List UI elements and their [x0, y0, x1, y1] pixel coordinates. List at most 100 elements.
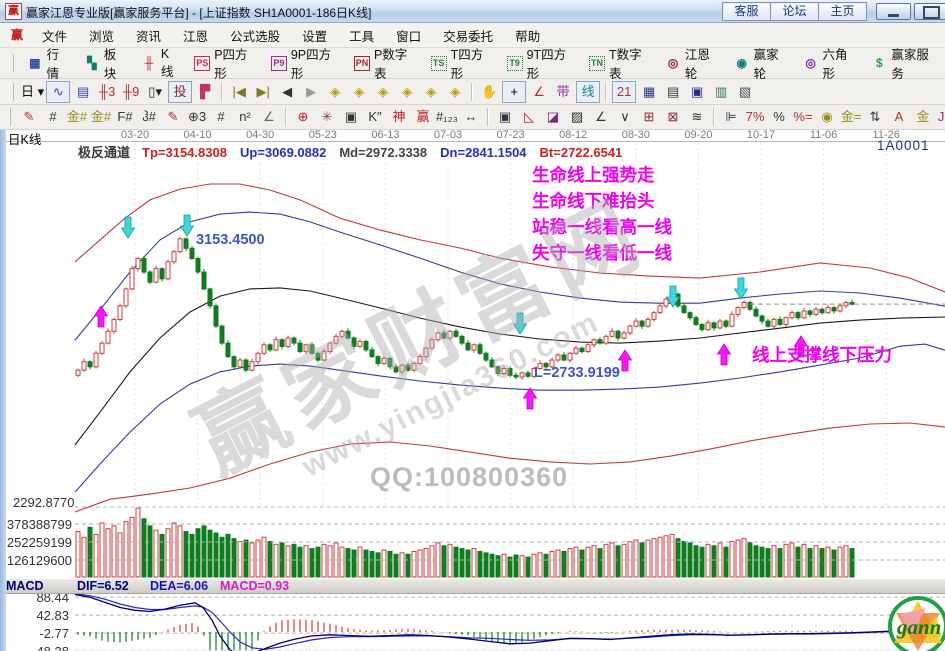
f-grid-tool-icon[interactable]: F# — [114, 107, 136, 127]
winner-wheel-button[interactable]: ◉赢家轮 — [727, 51, 796, 75]
home-button[interactable]: 主页 — [818, 2, 867, 21]
next-button-icon[interactable]: ▶ — [300, 82, 322, 102]
hexagon-button[interactable]: ◎六角形 — [796, 51, 865, 75]
print-tool-icon[interactable]: ▧ — [734, 82, 756, 102]
gong-tool-icon[interactable]: ▣ — [494, 107, 516, 127]
n2-grid-tool-icon[interactable]: n² — [234, 107, 256, 127]
angle-grid-tool-icon[interactable]: ∠ — [258, 107, 280, 127]
calculator-tool-icon[interactable]: ▦ — [638, 82, 660, 102]
flag-tool-icon[interactable]: ▛ — [194, 82, 216, 102]
zoom-diamond-v-icon[interactable]: ◈ — [420, 82, 442, 102]
pencil-grid-tool-icon[interactable]: ✎ — [162, 107, 184, 127]
spiral-grid-tool-icon[interactable]: ჰ# — [138, 107, 160, 127]
annotation-line: 生命线上强势走 — [532, 162, 672, 188]
date-label: 07-03 — [434, 129, 462, 141]
circle3-grid-tool-icon[interactable]: ⊕3 — [186, 107, 208, 127]
hand-tool-icon[interactable]: ✋ — [478, 82, 500, 102]
angle-measure-tool-icon[interactable]: ∠ — [528, 82, 550, 102]
j-angle-tool-icon[interactable]: J∠ — [936, 107, 945, 127]
annotation-line: 失守一线看低一线 — [532, 240, 672, 266]
chart3-tool-icon[interactable]: ╫3 — [96, 82, 118, 102]
shen-tool-icon[interactable]: 神 — [388, 107, 410, 127]
toolbar-separator — [713, 108, 715, 126]
gann-circle-tool-icon[interactable]: ⊕ — [292, 107, 314, 127]
line-tool-icon[interactable]: 线 — [576, 81, 600, 103]
v-lines-tool-icon[interactable]: ∨ — [614, 107, 636, 127]
stock-code-label: 1A0001 — [877, 138, 930, 153]
service-button[interactable]: 客服 — [722, 2, 771, 21]
wave-a-tool-icon[interactable]: A — [888, 107, 910, 127]
9t-square-button[interactable]: T99T四方形 — [500, 51, 582, 75]
last-page-button-icon[interactable]: ▶| — [252, 82, 274, 102]
t-table-button[interactable]: TNT数字表 — [582, 51, 658, 75]
dense-grid-tool-icon[interactable]: # — [210, 107, 232, 127]
zoom-diamond-left-icon[interactable]: ◈ — [324, 82, 346, 102]
zoom-diamond-h-icon[interactable]: ◈ — [372, 82, 394, 102]
maximize-button[interactable] — [914, 3, 945, 20]
grid-cross-tool-icon[interactable]: ⊞ — [638, 107, 660, 127]
gann-wheel-button[interactable]: ◎江恩轮 — [658, 51, 727, 75]
p-square-button[interactable]: PSP四方形 — [187, 51, 264, 75]
9p-square-button[interactable]: P99P四方形 — [264, 51, 347, 75]
parallel-lines-tool-icon[interactable]: ≋ — [686, 107, 708, 127]
angle-lines-tool-icon[interactable]: ∠ — [590, 107, 612, 127]
date-label: 10-17 — [747, 129, 775, 141]
export-tool-icon[interactable]: ▥ — [710, 82, 732, 102]
info-doc-tool-icon[interactable]: ▤ — [72, 82, 94, 102]
golden-grid2-tool-icon[interactable]: 金# — [90, 107, 112, 127]
forum-button[interactable]: 论坛 — [770, 2, 819, 21]
toolbar-grip[interactable] — [9, 108, 11, 126]
ying-tool-icon[interactable]: 赢 — [412, 107, 434, 127]
menu-logo-icon: 赢 — [9, 27, 25, 43]
toolbar-grip[interactable] — [9, 54, 14, 72]
toolbar-grip[interactable] — [9, 83, 14, 101]
sectors-button[interactable]: ▚板块 — [77, 51, 134, 75]
p-table-button[interactable]: PNP数字表 — [347, 51, 424, 75]
first-page-button-icon[interactable]: |◀ — [228, 82, 250, 102]
minimize-button[interactable] — [876, 3, 911, 20]
save-tool-icon[interactable]: ▣ — [686, 82, 708, 102]
grid-123-tool-icon[interactable]: #₁₂₃ — [436, 107, 458, 127]
notes-tool-icon[interactable]: ▤ — [662, 82, 684, 102]
crosshair-tool-icon[interactable]: + — [502, 81, 526, 103]
level-tool-icon[interactable]: ⊫ — [720, 107, 742, 127]
chart-canvas[interactable]: 赢家财富网 www.yingjia360.com 03-2004-1004-30… — [0, 126, 945, 651]
golden-grid-tool-icon[interactable]: 金# — [66, 107, 88, 127]
zoom-diamond-right-icon[interactable]: ◈ — [348, 82, 370, 102]
percent-lines-tool-icon[interactable]: %= — [792, 107, 814, 127]
grid-box-tool-icon[interactable]: ⊠ — [662, 107, 684, 127]
fan-box-tool-icon[interactable]: ◪ — [542, 107, 564, 127]
shade-box-tool-icon[interactable]: ▨ — [566, 107, 588, 127]
fan-lines-tool-icon[interactable]: ◺ — [518, 107, 540, 127]
prev-button-icon[interactable]: ◀ — [276, 82, 298, 102]
percent7-tool-icon[interactable]: 7% — [744, 107, 766, 127]
pencil-tool-icon[interactable]: ✎ — [18, 107, 40, 127]
zoom-diamond-x-icon[interactable]: ◈ — [396, 82, 418, 102]
golden-tool-icon[interactable]: 金 — [912, 107, 934, 127]
calendar-tool-icon[interactable]: 21 — [612, 81, 636, 103]
width-tool-icon[interactable]: ↔ — [460, 107, 482, 127]
golden-circle-tool-icon[interactable]: ◉ — [816, 107, 838, 127]
gann-box-tool-icon[interactable]: ▣ — [340, 107, 362, 127]
golden-lines-tool-icon[interactable]: 金= — [840, 107, 862, 127]
kline-chart[interactable] — [0, 126, 945, 651]
kline-button[interactable]: ╫K线 — [134, 51, 187, 75]
period-selector-icon[interactable]: 日 ▾ — [21, 82, 44, 102]
menu-江恩[interactable]: 江恩 — [172, 23, 219, 48]
percent-tool-icon[interactable]: % — [768, 107, 790, 127]
winner-service-button[interactable]: $赢家服务 — [864, 51, 945, 75]
macd-header-strip[interactable]: MACD DIF=6.52 DEA=6.06 MACD=0.93 — [0, 578, 945, 594]
trend-wave-tool-icon[interactable]: ∿ — [46, 81, 70, 103]
chart9-tool-icon[interactable]: ╫9 — [120, 82, 142, 102]
candle-style-tool-icon[interactable]: ▯▾ — [144, 82, 166, 102]
invest-tool-icon[interactable]: 投 — [168, 81, 192, 103]
menu-资讯[interactable]: 资讯 — [125, 23, 172, 48]
market-quotes-button[interactable]: ▦行情 — [20, 51, 77, 75]
gann-star-tool-icon[interactable]: ✳ — [316, 107, 338, 127]
t-square-button[interactable]: TST四方形 — [424, 51, 500, 75]
gann-grid-tool-icon[interactable]: # — [42, 107, 64, 127]
updown-tool-icon[interactable]: ⇅ — [864, 107, 886, 127]
k-mark-tool-icon[interactable]: K″ — [364, 107, 386, 127]
zoom-diamond-plus-icon[interactable]: ◈ — [444, 82, 466, 102]
band-tool-icon[interactable]: 带 — [552, 82, 574, 102]
